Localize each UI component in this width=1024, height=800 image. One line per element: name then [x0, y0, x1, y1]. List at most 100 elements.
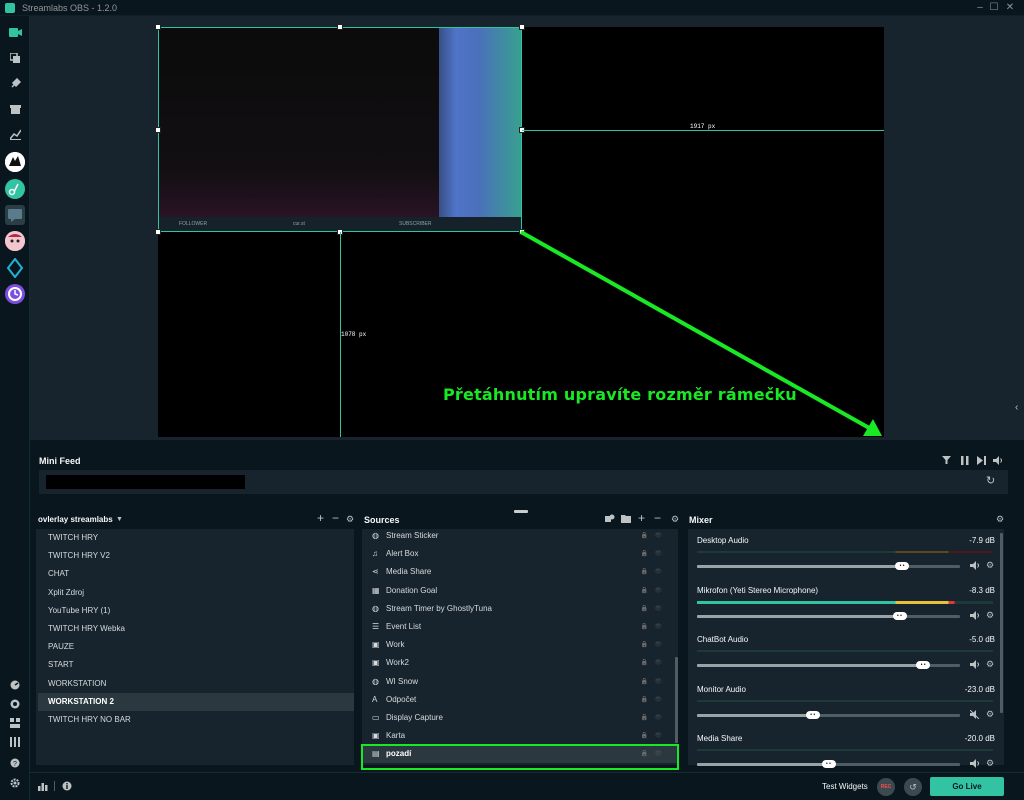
scene-item[interactable]: WORKSTATION 2 — [38, 692, 354, 711]
remove-source-button[interactable]: − — [654, 512, 661, 524]
close-button[interactable]: ✕ — [1002, 1, 1018, 15]
pause-icon[interactable] — [961, 456, 969, 467]
add-folder-icon[interactable] — [621, 514, 631, 525]
maximize-button[interactable]: ☐ — [986, 1, 1002, 15]
source-item[interactable]: ▦ Donation Goal 🔒👁 — [362, 582, 678, 600]
source-item[interactable]: ◍ Stream Sticker 🔒👁 — [362, 527, 678, 545]
speaker-icon[interactable] — [970, 561, 980, 572]
themes-icon[interactable] — [6, 74, 24, 92]
scene-item[interactable]: YouTube HRY (1) — [38, 602, 354, 620]
volume-slider-knob[interactable]: • • — [805, 710, 820, 719]
source-settings-gear-icon[interactable]: ⚙ — [671, 514, 679, 524]
app-music-icon[interactable] — [5, 179, 25, 199]
muted-speaker-icon[interactable] — [969, 709, 980, 721]
scene-item[interactable]: START — [38, 656, 354, 674]
source-item[interactable]: ◍ Stream Timer by GhostlyTuna 🔒👁 — [362, 600, 678, 618]
source-item[interactable]: ☰ Event List 🔒👁 — [362, 618, 678, 636]
volume-slider-knob[interactable]: • • — [916, 661, 931, 669]
speaker-icon[interactable] — [970, 759, 980, 770]
record-button[interactable]: REC — [877, 778, 895, 796]
scene-item[interactable]: TWITCH HRY — [38, 529, 354, 547]
info-icon[interactable] — [62, 781, 72, 793]
source-item[interactable]: ▭ Display Capture 🔒👁 — [362, 709, 678, 727]
mixer-channel-gear-icon[interactable]: ⚙ — [986, 758, 994, 769]
volume-icon[interactable] — [993, 456, 1003, 467]
source-lock-visibility-icons[interactable]: 🔒👁 — [641, 582, 668, 600]
source-item[interactable]: ◍ WI Snow 🔒👁 — [362, 673, 678, 691]
scene-settings-gear-icon[interactable]: ⚙ — [346, 514, 354, 524]
refresh-icon[interactable]: ↻ — [986, 476, 995, 487]
layout-icon[interactable] — [6, 714, 24, 732]
test-widgets-button[interactable]: Test Widgets — [822, 782, 868, 791]
volume-slider[interactable]: • • — [697, 611, 960, 620]
selected-source-frame[interactable]: FOLLOWER cur.st SUBSCRIBER — [158, 27, 522, 232]
source-item[interactable]: ▣ Work2 🔒👁 — [362, 654, 678, 672]
resize-handle-top[interactable] — [337, 24, 343, 30]
scene-item[interactable]: WORKSTATION — [38, 675, 354, 693]
resize-handle-left[interactable] — [155, 127, 161, 133]
volume-slider[interactable]: • • — [697, 661, 960, 669]
mixer-channel-gear-icon[interactable]: ⚙ — [986, 709, 994, 720]
resize-handle-top-left[interactable] — [155, 24, 161, 30]
app-anime-icon[interactable] — [5, 152, 25, 172]
studio-editor-icon[interactable] — [6, 23, 24, 41]
volume-slider[interactable]: • • — [697, 760, 960, 768]
scene-item[interactable]: PAUZE — [38, 638, 354, 656]
performance-stats-icon[interactable] — [38, 781, 48, 793]
chat-bubble-icon[interactable] — [6, 695, 24, 713]
scene-item[interactable]: TWITCH HRY Webka — [38, 620, 354, 638]
app-chat-icon[interactable] — [5, 205, 25, 225]
scene-item[interactable]: TWITCH HRY NO BAR — [38, 711, 354, 729]
source-item[interactable]: ▣ Work 🔒👁 — [362, 636, 678, 654]
remove-scene-button[interactable]: − — [332, 512, 339, 524]
scene-item[interactable]: TWITCH HRY V2 — [38, 547, 354, 565]
source-lock-visibility-icons[interactable]: 🔒👁 — [641, 673, 668, 691]
filter-icon[interactable] — [942, 456, 951, 467]
scene-item[interactable]: Xplit Zdroj — [38, 584, 354, 602]
scene-item[interactable]: CHAT — [38, 565, 354, 583]
source-lock-visibility-icons[interactable]: 🔒👁 — [641, 636, 668, 654]
source-lock-visibility-icons[interactable]: 🔒👁 — [641, 600, 668, 618]
add-scene-button[interactable]: + — [317, 512, 324, 524]
mixer-scrollbar[interactable] — [1000, 533, 1003, 713]
volume-slider-knob[interactable]: • • — [892, 611, 907, 620]
add-source-button[interactable]: + — [638, 512, 645, 524]
source-lock-visibility-icons[interactable]: 🔒👁 — [641, 563, 668, 581]
collapse-right-chevron-icon[interactable]: ‹ — [1015, 403, 1018, 413]
speaker-icon[interactable] — [970, 660, 980, 671]
source-lock-visibility-icons[interactable]: 🔒👁 — [641, 727, 668, 745]
source-item[interactable]: ⋖ Media Share 🔒👁 — [362, 563, 678, 581]
source-item[interactable]: A Odpočet 🔒👁 — [362, 691, 678, 709]
columns-icon[interactable] — [6, 733, 24, 751]
app-clock-icon[interactable] — [5, 284, 25, 304]
resize-handle-top-right[interactable] — [519, 24, 525, 30]
source-item[interactable]: ♫ Alert Box 🔒👁 — [362, 545, 678, 563]
store-icon[interactable] — [6, 100, 24, 118]
sources-scrollbar[interactable] — [675, 657, 678, 743]
resize-handle-bottom-left[interactable] — [155, 229, 161, 235]
mixer-channel-gear-icon[interactable]: ⚙ — [986, 610, 994, 621]
mixer-channel-gear-icon[interactable]: ⚙ — [986, 659, 994, 670]
minifeed-resize-handle[interactable] — [514, 510, 528, 513]
source-lock-visibility-icons[interactable]: 🔒👁 — [641, 618, 668, 636]
volume-slider[interactable]: • • — [697, 710, 960, 719]
volume-slider[interactable]: • • — [697, 562, 960, 570]
source-item[interactable]: ▣ Karta 🔒👁 — [362, 727, 678, 745]
source-lock-visibility-icons[interactable]: 🔒👁 — [641, 654, 668, 672]
dashboard-icon[interactable] — [6, 676, 24, 694]
source-lock-visibility-icons[interactable]: 🔒👁 — [641, 709, 668, 727]
analytics-icon[interactable] — [6, 125, 24, 143]
source-lock-visibility-icons[interactable]: 🔒👁 — [641, 527, 668, 545]
skip-icon[interactable] — [977, 456, 986, 467]
volume-slider-knob[interactable]: • • — [821, 760, 836, 768]
settings-gear-icon[interactable] — [6, 774, 24, 792]
scene-collection-title[interactable]: ovlerlay streamlabs — [38, 515, 113, 524]
volume-slider-knob[interactable]: • • — [895, 562, 910, 570]
go-live-button[interactable]: Go Live — [930, 777, 1004, 796]
source-visibility-toggle-icon[interactable] — [605, 514, 615, 525]
help-icon[interactable]: ? — [6, 754, 24, 772]
speaker-icon[interactable] — [970, 610, 980, 622]
app-diamond-icon[interactable] — [5, 257, 25, 279]
mixer-channel-gear-icon[interactable]: ⚙ — [986, 560, 994, 571]
scene-collection-dropdown-icon[interactable]: ▼ — [116, 515, 123, 525]
